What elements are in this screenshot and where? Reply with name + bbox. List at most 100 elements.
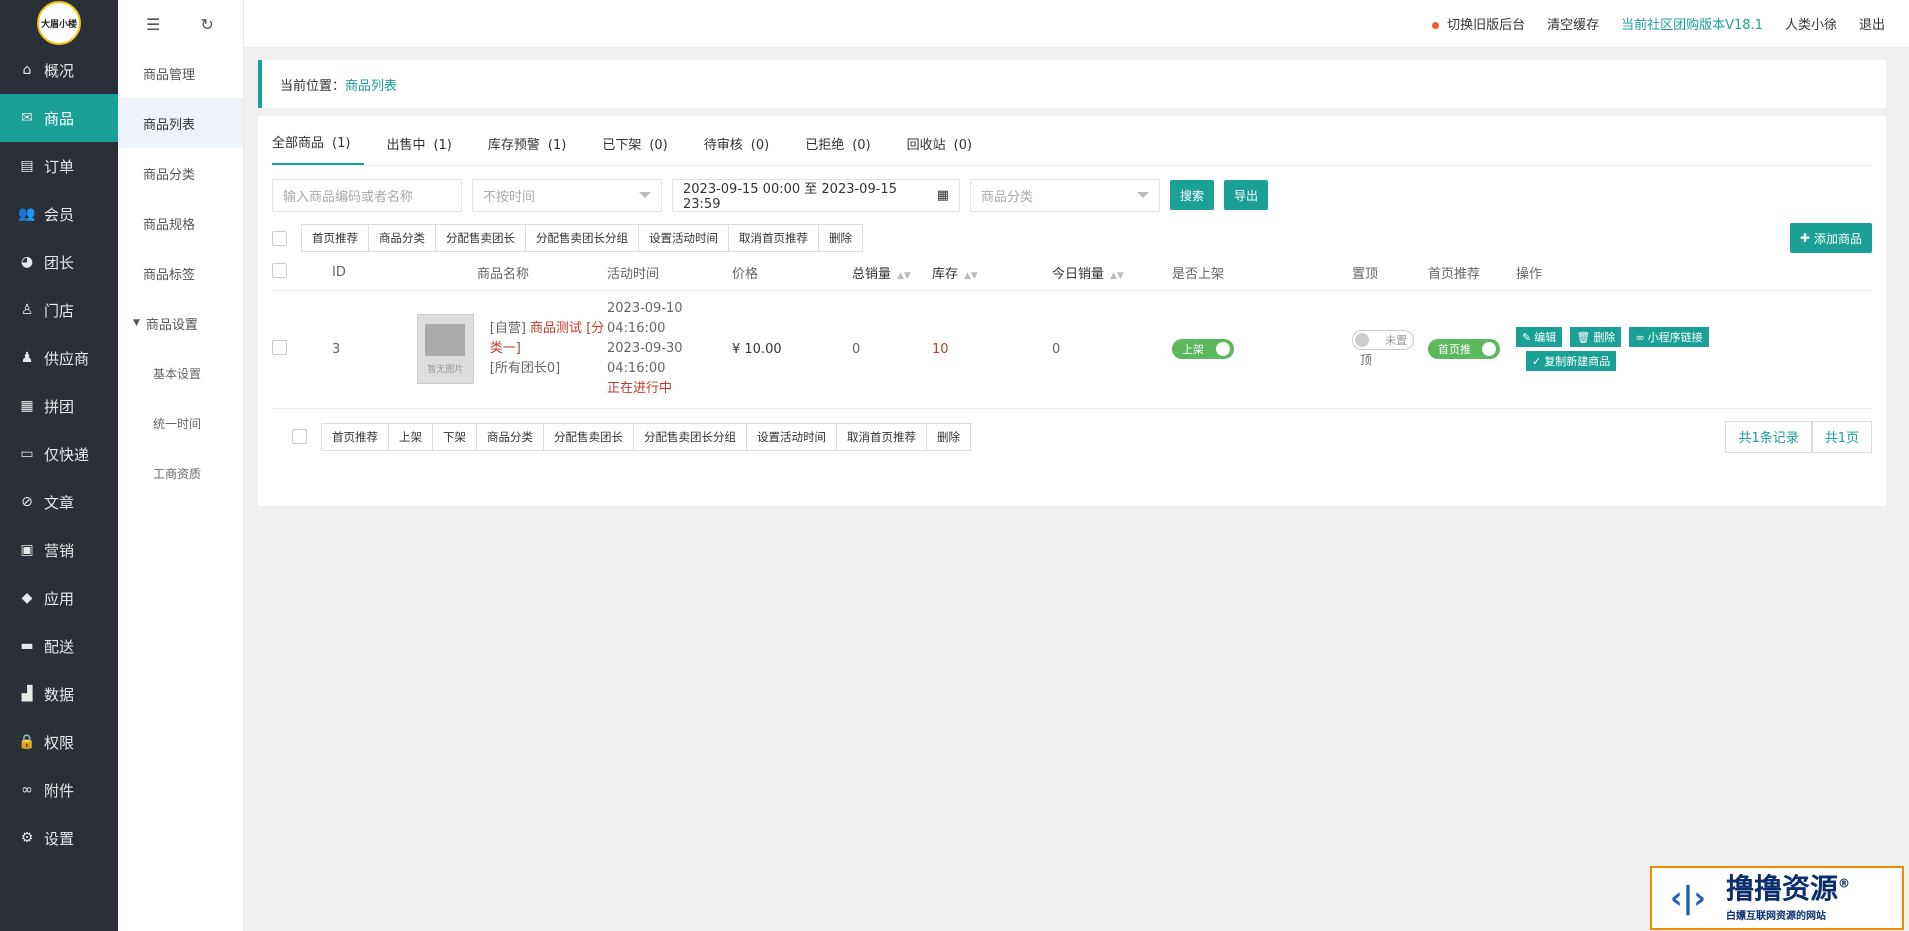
- mini-program-link-button[interactable]: ∞ 小程序链接: [1629, 327, 1709, 347]
- trash-icon: 🗑: [1576, 330, 1591, 344]
- collapse-menu-icon[interactable]: ☰: [146, 15, 160, 34]
- tab-1[interactable]: 出售中 (1): [386, 134, 465, 165]
- sidebar-item-1[interactable]: ✉ 商品: [0, 94, 118, 142]
- submenu-item-product-list[interactable]: 商品列表: [118, 98, 243, 148]
- supplier-icon: ♟: [20, 350, 34, 366]
- home-recommend-toggle[interactable]: 首页推: [1428, 339, 1500, 359]
- select-all-checkbox[interactable]: [272, 230, 287, 246]
- header-checkbox[interactable]: [272, 263, 287, 279]
- tab-6[interactable]: 回收站 (0): [907, 134, 986, 165]
- on-shelf-toggle[interactable]: 上架: [1172, 339, 1234, 359]
- add-product-button[interactable]: ✚ 添加商品: [1789, 223, 1872, 253]
- batch-button[interactable]: 分配售卖团长: [544, 423, 634, 450]
- time-type-select[interactable]: 不按时间: [472, 178, 662, 212]
- copy-new-product-button[interactable]: ✓ 复制新建商品: [1526, 351, 1617, 371]
- col-home: 首页推荐: [1428, 256, 1516, 291]
- category-select[interactable]: 商品分类: [970, 178, 1160, 212]
- sidebar-item-label: 附件: [44, 781, 75, 800]
- pin-top-toggle[interactable]: 未置: [1352, 330, 1414, 350]
- batch-button[interactable]: 取消首页推荐: [837, 423, 927, 450]
- sidebar-item-12[interactable]: ▬ 配送: [0, 622, 118, 670]
- submenu-item-basic-settings[interactable]: 基本设置: [118, 348, 243, 398]
- search-button[interactable]: 搜索: [1170, 180, 1215, 210]
- batch-button[interactable]: 分配售卖团长分组: [634, 423, 747, 450]
- version-label[interactable]: 当前社区团购版本V18.1: [1621, 14, 1763, 33]
- total-pages[interactable]: 共1页: [1811, 420, 1872, 453]
- clear-cache-link[interactable]: 清空缓存: [1547, 14, 1599, 33]
- sidebar-item-0[interactable]: ⌂ 概况: [0, 46, 118, 94]
- batch-button[interactable]: 分配售卖团长分组: [526, 225, 639, 251]
- tab-label: 回收站: [906, 138, 946, 153]
- sidebar-item-13[interactable]: ▟ 数据: [0, 670, 118, 718]
- product-panel: 全部商品 (1) 出售中 (1) 库存预警 (1) 已下架 (0) 待审核 (0) 已拒绝 (0) 回收…: [258, 116, 1886, 506]
- submenu-item-business-license[interactable]: 工商资质: [118, 448, 243, 498]
- activity-status: 正在进行中: [607, 381, 673, 396]
- export-button[interactable]: 导出: [1224, 180, 1269, 210]
- user-name[interactable]: 人类小徐: [1785, 14, 1837, 33]
- date-range-input[interactable]: 2023-09-15 00:00 至 2023-09-15 23:59 ▦: [672, 178, 960, 212]
- batch-button[interactable]: 删除: [927, 424, 970, 450]
- edit-button[interactable]: ✎ 编辑: [1516, 327, 1563, 347]
- logo[interactable]: 大眉小楼: [0, 0, 118, 46]
- tab-3[interactable]: 已下架 (0): [602, 134, 681, 165]
- thumb-text: 暂无图片: [427, 364, 464, 375]
- batch-button[interactable]: 删除: [819, 225, 862, 251]
- batch-button[interactable]: 设置活动时间: [747, 423, 837, 450]
- submenu-item-product-category[interactable]: 商品分类: [118, 148, 243, 198]
- sidebar-item-6[interactable]: ♟ 供应商: [0, 334, 118, 382]
- add-product-label: 添加商品: [1813, 231, 1862, 246]
- batch-button[interactable]: 商品分类: [477, 423, 544, 450]
- chevron-down-icon: [1137, 192, 1149, 198]
- refresh-icon[interactable]: ↻: [200, 15, 213, 34]
- submenu-item-product-spec[interactable]: 商品规格: [118, 198, 243, 248]
- sidebar-item-15[interactable]: ∞ 附件: [0, 766, 118, 814]
- product-name-link[interactable]: 商品测试: [530, 321, 582, 336]
- sidebar-item-3[interactable]: 👥 会员: [0, 190, 118, 238]
- tab-4[interactable]: 待审核 (0): [704, 134, 783, 165]
- sidebar-item-5[interactable]: ♙ 门店: [0, 286, 118, 334]
- sidebar-item-2[interactable]: ▤ 订单: [0, 142, 118, 190]
- col-today-sales[interactable]: 今日销量 ▲▼: [1052, 256, 1172, 291]
- submenu-item-product-settings[interactable]: ▼ 商品设置: [118, 298, 243, 348]
- row-stock[interactable]: 10: [932, 290, 1052, 409]
- submenu-item-unified-time[interactable]: 统一时间: [118, 398, 243, 448]
- sidebar-item-label: 供应商: [44, 349, 90, 368]
- batch-button[interactable]: 设置活动时间: [639, 225, 729, 251]
- sidebar-item-8[interactable]: ▭ 仅快递: [0, 430, 118, 478]
- sidebar-item-4[interactable]: ◕ 团长: [0, 238, 118, 286]
- batch-button[interactable]: 下架: [433, 423, 477, 450]
- breadcrumb-current[interactable]: 商品列表: [345, 75, 397, 94]
- submenu-item-product-tag[interactable]: 商品标签: [118, 248, 243, 298]
- keyword-input[interactable]: 输入商品编码或者名称: [272, 178, 462, 212]
- switch-old-backend-link[interactable]: 切换旧版后台: [1432, 14, 1525, 33]
- batch-button[interactable]: 上架: [389, 423, 433, 450]
- sidebar-item-14[interactable]: 🔒 权限: [0, 718, 118, 766]
- sidebar-item-9[interactable]: ⊘ 文章: [0, 478, 118, 526]
- product-thumbnail[interactable]: 暂无图片: [417, 314, 474, 384]
- sidebar-item-7[interactable]: ▦ 拼团: [0, 382, 118, 430]
- batch-button[interactable]: 首页推荐: [322, 423, 389, 450]
- select-all-checkbox-bottom[interactable]: [292, 429, 307, 444]
- leader-icon: ◕: [20, 254, 34, 270]
- col-stock[interactable]: 库存 ▲▼: [932, 256, 1052, 291]
- watermark-logo-icon: ‹|›: [1670, 880, 1706, 916]
- main-sidebar: 大眉小楼 ⌂ 概况 ✉ 商品 ▤ 订单 👥 会员 ◕ 团长 ♙ 门店 ♟ 供应商 ▦ 拼团 ▭ 仅快递 ⊘ 文章 ▣ 营销…: [0, 0, 118, 931]
- delete-button[interactable]: 🗑 删除: [1570, 327, 1622, 347]
- row-checkbox[interactable]: [272, 339, 287, 355]
- batch-button[interactable]: 首页推荐: [302, 225, 369, 251]
- sidebar-item-11[interactable]: ◆ 应用: [0, 574, 118, 622]
- tab-5[interactable]: 已拒绝 (0): [805, 134, 884, 165]
- batch-button[interactable]: 取消首页推荐: [729, 225, 819, 251]
- logout-link[interactable]: 退出: [1859, 14, 1885, 33]
- sidebar-item-10[interactable]: ▣ 营销: [0, 526, 118, 574]
- batch-button-group-bottom: 首页推荐 上架 下架 商品分类 分配售卖团长 分配售卖团长分组 设置活动时间 取消首页推荐 删除: [321, 422, 971, 451]
- sidebar-item-16[interactable]: ⚙ 设置: [0, 814, 118, 862]
- express-icon: ▭: [20, 446, 34, 462]
- sidebar-item-label: 拼团: [44, 397, 75, 416]
- tab-2[interactable]: 库存预警 (1): [488, 134, 580, 165]
- tab-0[interactable]: 全部商品 (1): [272, 132, 365, 165]
- batch-button[interactable]: 分配售卖团长: [436, 225, 526, 251]
- col-total-sales[interactable]: 总销量 ▲▼: [852, 256, 932, 291]
- batch-actions-bottom: 首页推荐 上架 下架 商品分类 分配售卖团长 分配售卖团长分组 设置活动时间 取消首页推荐 删除…: [272, 420, 1872, 453]
- batch-button[interactable]: 商品分类: [369, 225, 436, 251]
